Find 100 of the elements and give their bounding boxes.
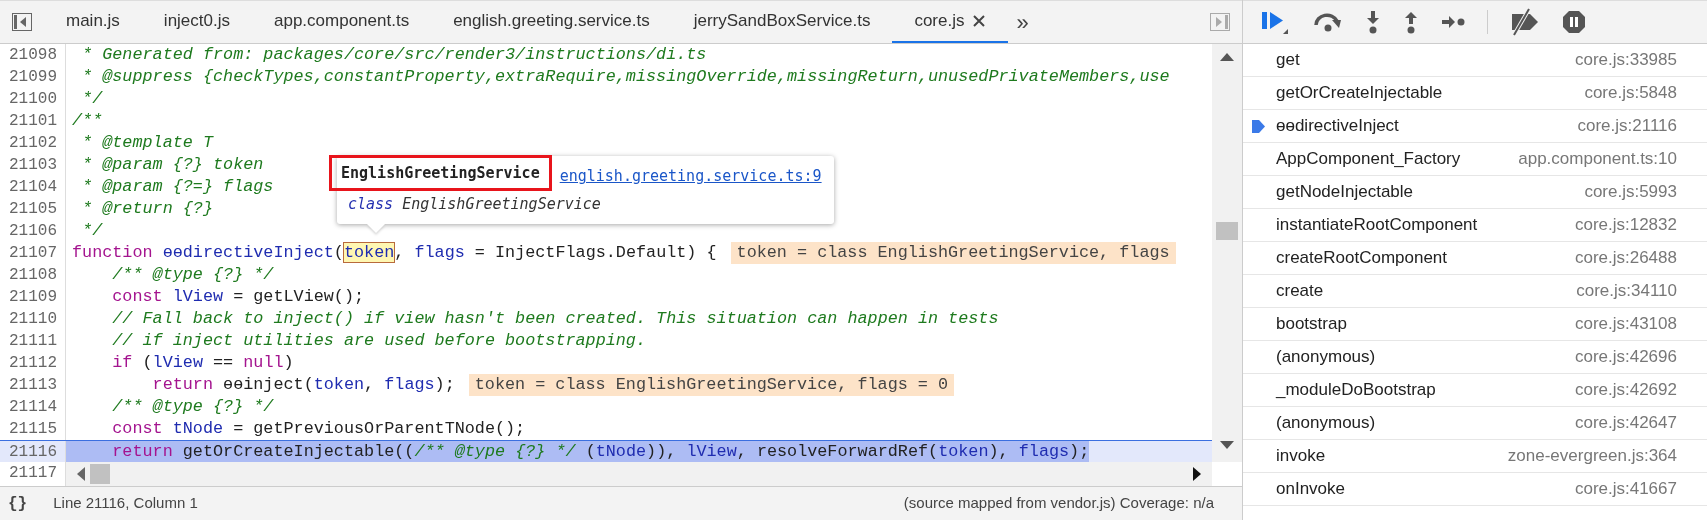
line-number: 21110 bbox=[0, 308, 66, 330]
line-number: 21113 bbox=[0, 374, 66, 396]
call-stack-item[interactable]: bootstrap core.js:43108 bbox=[1243, 308, 1707, 341]
call-stack-item[interactable]: (anonymous) core.js:42696 bbox=[1243, 341, 1707, 374]
panel-toggle-icon[interactable] bbox=[1210, 13, 1230, 31]
code-line: * @param {?=} flags bbox=[81, 176, 274, 198]
code-line: * @param {?} token bbox=[81, 154, 264, 176]
function-name: getOrCreateInjectable bbox=[1276, 82, 1443, 105]
function-name: _moduleDoBootstrap bbox=[1276, 379, 1436, 402]
source-location: core.js:42647 bbox=[1574, 412, 1677, 435]
down-arrow-icon[interactable] bbox=[1220, 441, 1234, 450]
code-line: const lView = getLView(); bbox=[111, 286, 365, 308]
function-name: instantiateRootComponent bbox=[1276, 214, 1478, 237]
source-location: core.js:21116 bbox=[1577, 115, 1677, 138]
line-number: 21111 bbox=[0, 330, 66, 352]
code-line: */ bbox=[81, 88, 103, 110]
file-tab[interactable]: inject0.js bbox=[141, 1, 252, 43]
line-number: 21114 bbox=[0, 396, 66, 418]
source-location: core.js:41667 bbox=[1574, 478, 1677, 501]
file-tab[interactable]: app.component.ts bbox=[252, 1, 432, 43]
call-stack-item[interactable]: ɵɵdirectiveInject core.js:21116 bbox=[1243, 110, 1707, 143]
scrollbar-thumb[interactable] bbox=[1216, 222, 1238, 240]
call-stack-item[interactable]: getNodeInjectable core.js:5993 bbox=[1243, 176, 1707, 209]
call-stack-item[interactable]: invoke zone-evergreen.js:364 bbox=[1243, 440, 1707, 473]
line-number: 21103 bbox=[0, 154, 66, 176]
call-stack-item[interactable]: AppComponent_Factory app.component.ts:10 bbox=[1243, 143, 1707, 176]
function-name: onInvoke bbox=[1276, 478, 1345, 501]
function-name: getNodeInjectable bbox=[1276, 181, 1414, 204]
source-location: app.component.ts:10 bbox=[1518, 148, 1677, 171]
left-arrow-icon[interactable] bbox=[76, 467, 86, 481]
code-line: // Fall back to inject() if view hasn't been created. This situation can happen in tests bbox=[111, 308, 999, 330]
code-line: /** @type {?} */ bbox=[111, 264, 274, 286]
scrollbar[interactable] bbox=[66, 462, 1212, 486]
inline-value: token = class EnglishGreetingService, flags = 0 bbox=[468, 374, 955, 396]
source-location: zone-evergreen.js:364 bbox=[1507, 445, 1677, 468]
line-number: 21100 bbox=[0, 88, 66, 110]
call-stack-item[interactable]: createRootComponent core.js:26488 bbox=[1243, 242, 1707, 275]
pretty-print-button[interactable]: {} bbox=[8, 491, 28, 516]
source-location: core.js:5993 bbox=[1584, 181, 1677, 204]
code-line: * Generated from: packages/core/src/render3/instructions/di.ts bbox=[81, 44, 707, 66]
call-stack-item[interactable]: _moduleDoBootstrap core.js:42692 bbox=[1243, 374, 1707, 407]
line-number: 21109 bbox=[0, 286, 66, 308]
code-line: // if inject utilities are used before bootstrapping. bbox=[111, 330, 646, 352]
code-line: /** bbox=[71, 110, 103, 132]
source-location: core.js:34110 bbox=[1576, 280, 1677, 303]
class-signature: class EnglishGreetingService bbox=[348, 194, 602, 215]
function-name: create bbox=[1276, 280, 1324, 303]
line-number: 21099 bbox=[0, 66, 66, 88]
inline-value: token = class EnglishGreetingService, flags bbox=[730, 242, 1176, 264]
code-line: * @return {?} bbox=[81, 198, 213, 220]
source-location: core.js:26488 bbox=[1574, 247, 1677, 270]
file-tab[interactable]: main.js bbox=[44, 1, 142, 43]
source-location: core.js:5848 bbox=[1584, 82, 1677, 105]
scrollbar-thumb[interactable] bbox=[90, 464, 110, 484]
code-line: * @template T bbox=[81, 132, 213, 154]
file-tab[interactable]: english.greeting.service.ts bbox=[431, 1, 672, 43]
call-stack-item[interactable]: create core.js:34110 bbox=[1243, 275, 1707, 308]
source-location: core.js:12832 bbox=[1574, 214, 1677, 237]
code-line: /** @type {?} */ bbox=[111, 396, 274, 418]
file-tab[interactable]: jerrySandBoxService.ts bbox=[671, 1, 893, 43]
up-arrow-icon[interactable] bbox=[1220, 52, 1234, 61]
code-line: */ bbox=[81, 220, 103, 242]
source-location: core.js:33985 bbox=[1574, 49, 1677, 72]
call-stack-item[interactable]: get core.js:33985 bbox=[1243, 44, 1707, 77]
call-stack-item[interactable]: onInvoke core.js:41667 bbox=[1243, 473, 1707, 506]
call-stack-item[interactable]: instantiateRootComponent core.js:12832 bbox=[1243, 209, 1707, 242]
scrollbar[interactable] bbox=[1212, 44, 1242, 462]
step-over-icon[interactable] bbox=[1313, 11, 1343, 33]
line-number: 21101 bbox=[0, 110, 66, 132]
line-number: 21102 bbox=[0, 132, 66, 154]
call-stack-item[interactable]: (anonymous) core.js:42647 bbox=[1243, 407, 1707, 440]
close-icon[interactable] bbox=[972, 14, 987, 28]
function-name: get bbox=[1276, 49, 1300, 72]
pause-on-exceptions-icon[interactable] bbox=[1562, 10, 1586, 34]
source-link[interactable]: english.greeting.service.ts:9 bbox=[559, 165, 822, 188]
line-number: 21106 bbox=[0, 220, 66, 242]
cursor-position: Line 21116, Column 1 bbox=[53, 493, 198, 514]
source-location: core.js:42692 bbox=[1574, 379, 1677, 402]
resume-icon[interactable] bbox=[1261, 9, 1291, 35]
call-stack-item[interactable]: getOrCreateInjectable core.js:5848 bbox=[1243, 77, 1707, 110]
function-name: createRootComponent bbox=[1276, 247, 1448, 270]
right-arrow-icon[interactable] bbox=[1192, 467, 1202, 481]
code-line: * @suppress {checkTypes,constantProperty,extraRequire,missingOverride,missingReturn,unusedPrivateMembers,use bbox=[81, 66, 1170, 88]
code-line: const tNode = getPreviousOrParentTNode(); bbox=[111, 418, 526, 440]
step-out-icon[interactable] bbox=[1403, 10, 1419, 34]
code-line: function ɵɵdirectiveInject(token, flags = InjectFlags.Default) { bbox=[71, 242, 717, 264]
line-number: 21107 bbox=[0, 242, 66, 264]
step-into-icon[interactable] bbox=[1365, 10, 1381, 34]
deactivate-breakpoints-icon[interactable] bbox=[1510, 8, 1540, 36]
line-number: 21098 bbox=[0, 44, 66, 66]
source-location: core.js:42696 bbox=[1574, 346, 1677, 369]
line-number: 21105 bbox=[0, 198, 66, 220]
file-tab[interactable]: core.js bbox=[892, 1, 1009, 43]
step-icon[interactable] bbox=[1441, 14, 1465, 30]
line-number: 21112 bbox=[0, 352, 66, 374]
more-tabs-button[interactable]: » bbox=[1008, 5, 1037, 39]
function-name: invoke bbox=[1276, 445, 1326, 468]
function-name: (anonymous) bbox=[1276, 346, 1376, 369]
function-name: ɵɵdirectiveInject bbox=[1276, 115, 1399, 138]
sidebar-toggle-icon[interactable] bbox=[12, 13, 32, 31]
